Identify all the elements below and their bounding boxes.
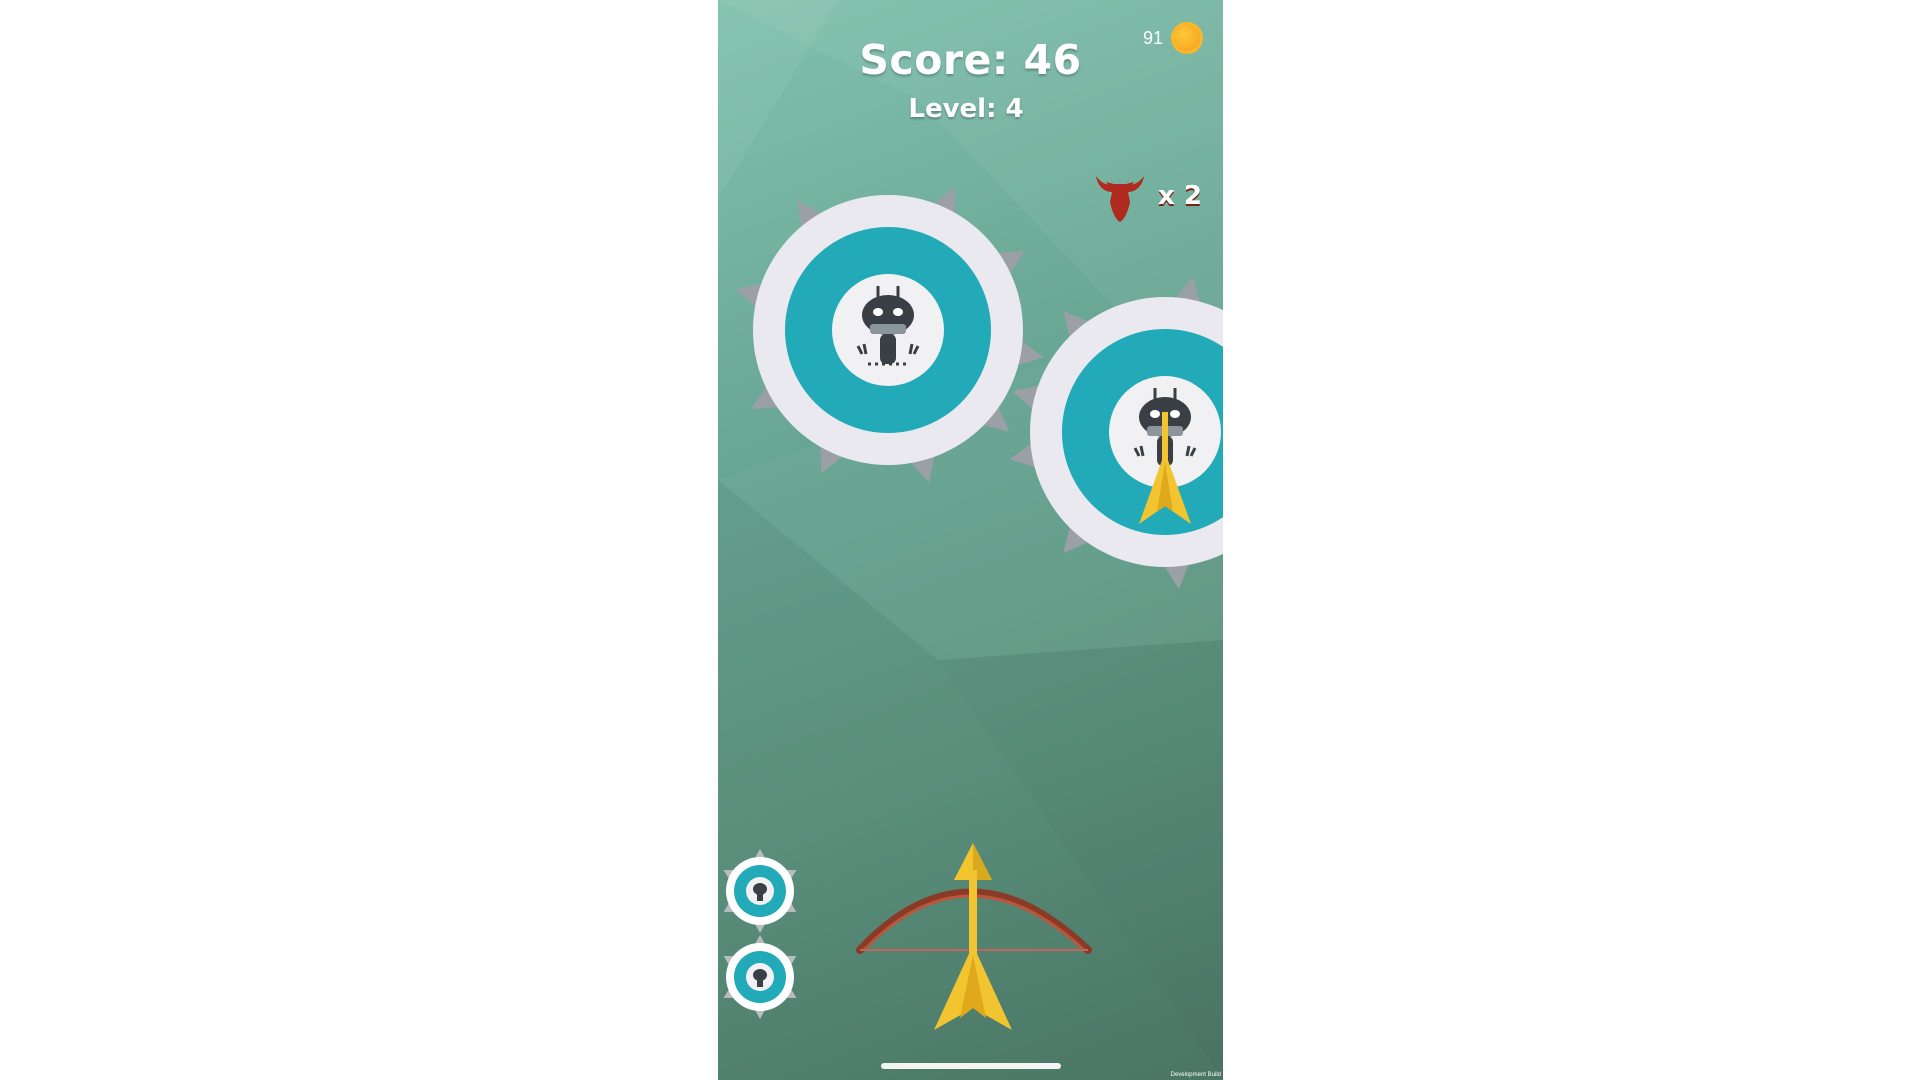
- game-screen[interactable]: Score: 46 Level: 4 91 x 2 Development Bu…: [718, 0, 1223, 1080]
- remaining-target-2: [723, 935, 797, 1019]
- target-large-1[interactable]: [732, 181, 1046, 486]
- remaining-target-1: [723, 849, 797, 933]
- home-indicator[interactable]: [881, 1063, 1061, 1069]
- development-build-label: Development Build: [1170, 1072, 1221, 1078]
- game-world: [723, 181, 1223, 1030]
- loaded-arrow[interactable]: [934, 843, 1012, 1030]
- target-large-2[interactable]: [1007, 274, 1223, 591]
